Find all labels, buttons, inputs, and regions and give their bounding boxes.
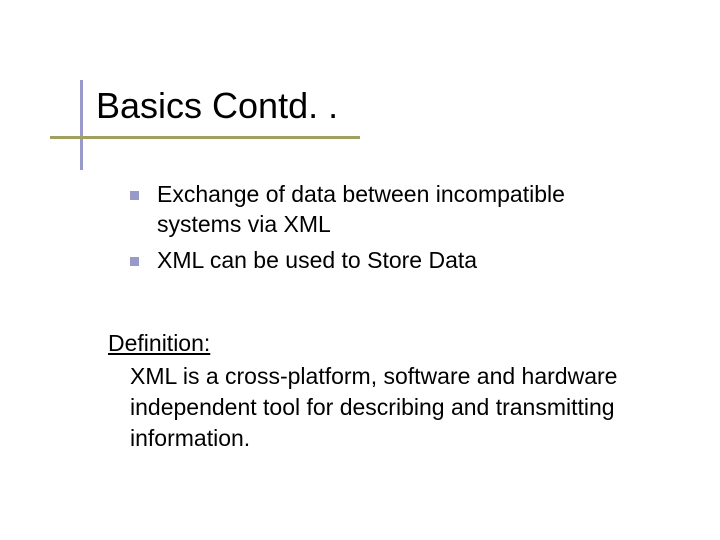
slide: Basics Contd. . Exchange of data between… <box>0 0 720 540</box>
definition-block: Definition: XML is a cross-platform, sof… <box>108 330 668 454</box>
title-vertical-accent <box>80 80 83 170</box>
list-item: XML can be used to Store Data <box>130 246 650 276</box>
bullet-list: Exchange of data between incompatible sy… <box>130 180 650 282</box>
square-bullet-icon <box>130 257 139 266</box>
definition-text: XML is a cross-platform, software and ha… <box>130 361 668 454</box>
title-underline-accent <box>50 136 360 139</box>
list-item-text: XML can be used to Store Data <box>157 246 477 276</box>
list-item: Exchange of data between incompatible sy… <box>130 180 650 240</box>
square-bullet-icon <box>130 191 139 200</box>
list-item-text: Exchange of data between incompatible sy… <box>157 180 650 240</box>
title-block: Basics Contd. . <box>96 86 338 126</box>
definition-label: Definition: <box>108 330 668 357</box>
slide-title: Basics Contd. . <box>96 86 338 126</box>
